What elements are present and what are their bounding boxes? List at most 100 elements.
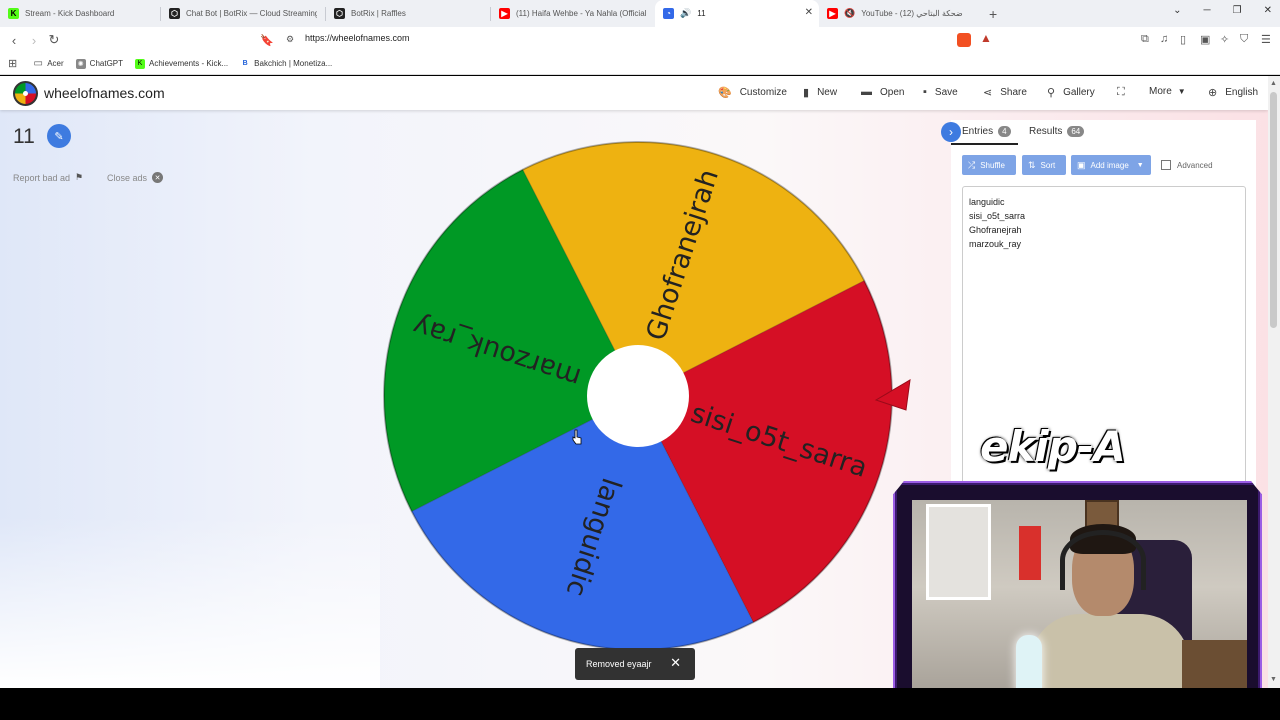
snackbar-message: Removed eyaajr — [586, 659, 652, 669]
advanced-toggle[interactable]: Advanced — [1161, 160, 1213, 170]
wheel-title: 11 — [13, 125, 35, 148]
image-icon: ▣ — [1077, 159, 1086, 170]
wallet-icon[interactable]: ▣ — [1200, 33, 1210, 46]
menu-new[interactable]: ▮ New — [803, 86, 837, 99]
menu-label: Save — [934, 86, 958, 98]
edit-title-button[interactable]: ✎ — [47, 124, 71, 148]
menu-open[interactable]: ▬ Open — [861, 86, 904, 98]
menu-label: Share — [1000, 87, 1027, 98]
apps-grid-icon[interactable]: ⊞ — [8, 57, 17, 70]
close-ads-link[interactable]: Close ads ✕ — [107, 172, 164, 183]
browser-tab[interactable]: ⬡ BotRix | Raffles — [326, 0, 490, 27]
active-tab-indicator — [951, 143, 1018, 145]
brand-name[interactable]: wheelofnames.com — [44, 85, 165, 101]
tab-title: BotRix | Raffles — [351, 9, 406, 18]
menu-customize[interactable]: 🎨 Customize — [718, 86, 787, 99]
sidebar-icon[interactable]: ▯ — [1180, 33, 1186, 46]
menu-fullscreen[interactable]: ⛶ — [1117, 86, 1133, 99]
button-label: Shuffle — [980, 160, 1005, 170]
shuffle-button[interactable]: ⤮ Shuffle — [962, 155, 1016, 175]
advanced-checkbox[interactable] — [1161, 160, 1171, 170]
browser-tab-active[interactable]: ◔ 🔊 11 ✕ — [655, 0, 819, 27]
url-field[interactable]: https://wheelofnames.com — [305, 33, 410, 43]
scroll-up-icon[interactable]: ▲ — [1270, 80, 1277, 87]
window-controls: ⌄ ─ ❐ ✕ — [1173, 5, 1272, 16]
new-tab-button[interactable]: + — [989, 6, 997, 22]
tab-title: (11) Haifa Wehbe - Ya Nahla (Official — [516, 9, 647, 18]
browser-tab[interactable]: ▶ 🔇 YouTube - ضحكة البتاحي (12) — [819, 0, 983, 27]
menu-label: English — [1225, 87, 1259, 98]
bookmark-item[interactable]: ▭ Acer — [33, 58, 63, 69]
bookmark-label: ChatGPT — [89, 59, 124, 68]
entry-line: languidic — [969, 197, 1005, 207]
logo-icon[interactable] — [13, 81, 38, 106]
menu-gallery[interactable]: ⚲ Gallery — [1047, 86, 1095, 99]
menu-more[interactable]: More ▼ — [1149, 86, 1186, 97]
tab-label: Results — [1029, 126, 1063, 137]
collapse-panel-button[interactable]: › — [941, 122, 961, 142]
menu-label: New — [817, 87, 838, 98]
wheel[interactable]: Ghofranejrahsisi_o5t_sarralanguidicmarzo… — [370, 134, 930, 654]
button-label: Sort — [1040, 160, 1056, 170]
bookmark-item[interactable]: ✺ ChatGPT — [75, 58, 124, 69]
room-window — [926, 504, 991, 600]
sort-icon: ⇅ — [1028, 159, 1036, 170]
shuffle-icon: ⤮ — [968, 159, 976, 170]
bookmark-item[interactable]: K Achievements - Kick... — [135, 58, 228, 69]
address-bar-row: ‹ › ↻ 🔖 ⚙ https://wheelofnames.com ▲ ⧉ ♫… — [0, 27, 1280, 53]
menu-icon[interactable]: ☰ — [1261, 33, 1271, 46]
fullscreen-icon: ⛶ — [1117, 86, 1125, 98]
background-fade — [0, 516, 380, 688]
app-header: wheelofnames.com 🎨 Customize ▮ New ▬ Ope… — [0, 76, 1268, 110]
mouse-cursor-icon — [572, 429, 582, 445]
brave-rewards-icon[interactable]: ▲ — [980, 31, 992, 45]
youtube-icon: ▶ — [499, 8, 510, 19]
vpn-icon[interactable]: ⛉ — [1240, 33, 1248, 46]
close-circle-icon: ✕ — [152, 172, 164, 183]
extensions-icon[interactable]: ⧉ — [1141, 33, 1149, 46]
menu-label: Customize — [739, 87, 787, 98]
close-tab-icon[interactable]: ✕ — [805, 7, 813, 18]
muted-icon: 🔇 — [844, 8, 856, 18]
tab-search-icon[interactable]: ⌄ — [1173, 5, 1181, 16]
bookmark-icon[interactable]: 🔖 — [260, 34, 274, 47]
reload-icon[interactable]: ↻ — [44, 32, 64, 48]
scroll-down-icon[interactable]: ▼ — [1270, 676, 1277, 683]
wheel-center[interactable] — [587, 345, 689, 447]
botrix-icon: ⬡ — [334, 8, 345, 19]
flag-icon: ⚑ — [75, 172, 84, 182]
close-ads-label: Close ads — [107, 172, 148, 183]
scrollbar-thumb[interactable] — [1270, 92, 1277, 328]
back-icon[interactable]: ‹ — [4, 33, 24, 48]
tab-results[interactable]: Results 64 — [1029, 126, 1085, 137]
bakchich-icon: B — [240, 58, 251, 69]
close-icon[interactable]: ✕ — [670, 655, 681, 671]
folder-icon: ▭ — [33, 58, 43, 69]
chatgpt-icon: ✺ — [75, 58, 86, 69]
browser-tab[interactable]: ▶ (11) Haifa Wehbe - Ya Nahla (Official — [491, 0, 655, 27]
menu-save[interactable]: ▪ Save — [923, 86, 958, 98]
browser-tab[interactable]: ⬡ Chat Bot | BotRix — Cloud Streaming — [161, 0, 325, 27]
brave-shield-icon[interactable] — [957, 33, 971, 47]
advanced-label: Advanced — [1177, 160, 1213, 170]
sort-button[interactable]: ⇅ Sort — [1022, 155, 1066, 175]
close-window-icon[interactable]: ✕ — [1264, 5, 1272, 16]
menu-label: More — [1149, 86, 1172, 97]
tab-title: 11 — [697, 9, 706, 18]
add-image-button[interactable]: ▣ Add image ▼ — [1071, 155, 1151, 175]
bookmark-item[interactable]: B Bakchich | Monetiza... — [240, 58, 332, 69]
report-ad-link[interactable]: Report bad ad ⚑ — [13, 172, 83, 183]
globe-icon: ⊕ — [1208, 87, 1218, 99]
menu-share[interactable]: ⋖ Share — [983, 86, 1027, 99]
webcam-feed — [912, 500, 1247, 694]
menu-language[interactable]: ⊕ English — [1208, 86, 1258, 99]
browser-tab[interactable]: K Stream - Kick Dashboard — [0, 0, 160, 27]
music-icon[interactable]: ♫ — [1160, 33, 1168, 45]
forward-icon[interactable]: › — [24, 33, 44, 48]
tab-entries[interactable]: Entries 4 — [962, 126, 1011, 137]
site-settings-icon[interactable]: ⚙ — [286, 34, 294, 45]
leo-icon[interactable]: ✧ — [1220, 33, 1229, 46]
restore-icon[interactable]: ❐ — [1233, 5, 1242, 16]
minimize-icon[interactable]: ─ — [1204, 5, 1211, 16]
taskbar — [0, 688, 1280, 720]
